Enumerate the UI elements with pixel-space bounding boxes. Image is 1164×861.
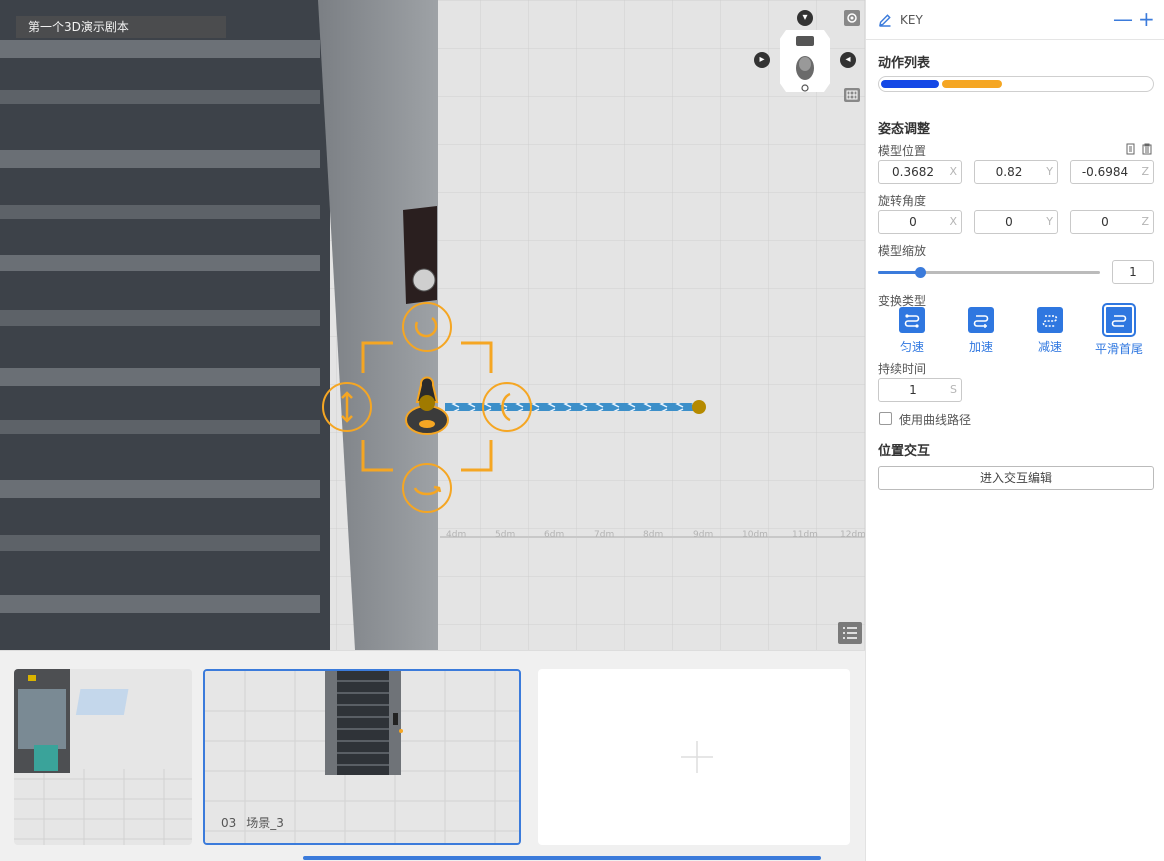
rotation-y-input[interactable]: 0 Y (974, 210, 1058, 234)
axis-y-label: Y (1046, 215, 1053, 228)
position-x-value: 0.3682 (892, 165, 934, 179)
app-root: 第一个3D演示剧本 ▾ ▸ ◂ 4dm 5dm 6dm 7dm 8dm 9dm … (0, 0, 1164, 861)
pose-title: 姿态调整 (878, 122, 931, 137)
rotation-label: 旋转角度 (878, 194, 927, 208)
scene-canvas[interactable] (0, 0, 865, 650)
remove-keyframe-button[interactable]: — (1113, 9, 1133, 29)
scale-input[interactable]: 1 (1112, 260, 1154, 284)
curve-path-checkbox[interactable] (879, 412, 892, 425)
axis-x-label: X (949, 215, 957, 228)
plus-icon (681, 741, 713, 773)
scale-slider[interactable] (878, 267, 1100, 278)
position-x-input[interactable]: 0.3682 X (878, 160, 962, 184)
scale-label: 模型缩放 (878, 244, 927, 258)
rotation-z-value: 0 (1101, 215, 1109, 229)
duration-input[interactable]: 1 S (878, 378, 962, 402)
position-y-input[interactable]: 0.82 Y (974, 160, 1058, 184)
view-cube-nav[interactable] (780, 30, 830, 92)
scene-name: 场景_3 (246, 816, 284, 830)
action-segment[interactable] (881, 80, 939, 88)
position-label: 模型位置 (878, 144, 927, 158)
transform-decelerate-option[interactable]: 减速 (1020, 307, 1080, 355)
chevron-left-icon[interactable]: ◂ (840, 52, 856, 68)
curve-path-label: 使用曲线路径 (899, 413, 972, 427)
accelerate-icon (968, 307, 994, 333)
ruler-label: 11dm (792, 530, 818, 540)
scene-thumbnail-label: 03 场景_3 (221, 814, 294, 831)
ruler-label: 10dm (742, 530, 768, 540)
action-segment[interactable] (942, 80, 1002, 88)
ruler-label: 6dm (544, 530, 565, 540)
position-z-input[interactable]: -0.6984 Z (1070, 160, 1154, 184)
strip-scrollbar[interactable] (303, 856, 821, 860)
duration-label: 持续时间 (878, 362, 927, 376)
chevron-down-icon[interactable]: ▾ (797, 10, 813, 26)
scene-title: 第一个3D演示剧本 (16, 16, 226, 38)
ruler-label: 9dm (693, 530, 714, 540)
scene-thumbnail-selected[interactable]: 03 场景_3 (203, 669, 521, 845)
interaction-title: 位置交互 (878, 444, 931, 459)
scene-thumbnail[interactable] (14, 669, 192, 845)
3d-viewport[interactable]: 第一个3D演示剧本 ▾ ▸ ◂ 4dm 5dm 6dm 7dm 8dm 9dm … (0, 0, 865, 650)
decelerate-icon (1037, 307, 1063, 333)
add-keyframe-button[interactable]: + (1138, 9, 1155, 29)
transform-accelerate-option[interactable]: 加速 (951, 307, 1011, 355)
panel-header: KEY — + (866, 0, 1164, 40)
chevron-right-icon[interactable]: ▸ (754, 52, 770, 68)
ruler-label: 8dm (643, 530, 664, 540)
transform-smooth-option[interactable]: 平滑首尾 (1089, 303, 1149, 357)
action-list-track (878, 76, 1154, 92)
scale-slider-fill (878, 271, 921, 274)
copy-icon[interactable] (1125, 143, 1137, 155)
axis-y-label: Y (1046, 165, 1053, 178)
ruler-label: 4dm (446, 530, 467, 540)
grid-view-icon[interactable] (844, 88, 860, 102)
ruler-label: 5dm (495, 530, 516, 540)
path-endpoint[interactable] (692, 400, 706, 414)
uniform-speed-icon (899, 307, 925, 333)
enter-interaction-edit-button[interactable]: 进入交互编辑 (878, 466, 1154, 490)
scale-slider-handle[interactable] (915, 267, 927, 278)
axis-z-label: Z (1141, 215, 1149, 228)
scene-strip: 03 场景_3 (0, 650, 865, 861)
device-button (412, 268, 436, 292)
rotation-x-value: 0 (909, 215, 917, 229)
axis-x-label: X (949, 165, 957, 178)
action-list-title: 动作列表 (878, 56, 931, 71)
ruler-label: 12dm (840, 530, 865, 540)
transform-label: 减速 (1037, 340, 1062, 354)
scene-index: 03 (221, 816, 237, 830)
transform-uniform-option[interactable]: 匀速 (882, 307, 942, 355)
ruler-label: 7dm (594, 530, 615, 540)
duration-unit: S (950, 383, 957, 396)
add-scene-button[interactable] (538, 669, 850, 845)
transform-label: 平滑首尾 (1094, 342, 1143, 356)
axis-z-label: Z (1141, 165, 1149, 178)
transform-label: 加速 (968, 340, 993, 354)
smooth-ease-icon (1102, 303, 1136, 337)
rotation-x-input[interactable]: 0 X (878, 210, 962, 234)
keyframe-label: KEY (900, 12, 923, 27)
list-menu-icon[interactable] (838, 622, 862, 644)
rotation-y-value: 0 (1005, 215, 1013, 229)
position-y-value: 0.82 (995, 165, 1023, 179)
property-panel: KEY — + 动作列表 姿态调整 模型位置 0.3682 X 0.82 Y -… (865, 0, 1164, 861)
edit-pencil-icon[interactable] (878, 13, 892, 27)
camera-reset-icon[interactable] (844, 10, 860, 26)
transform-label: 匀速 (899, 340, 924, 354)
position-z-value: -0.6984 (1081, 165, 1129, 179)
rotation-z-input[interactable]: 0 Z (1070, 210, 1154, 234)
duration-value: 1 (909, 383, 917, 397)
paste-icon[interactable] (1141, 143, 1153, 155)
